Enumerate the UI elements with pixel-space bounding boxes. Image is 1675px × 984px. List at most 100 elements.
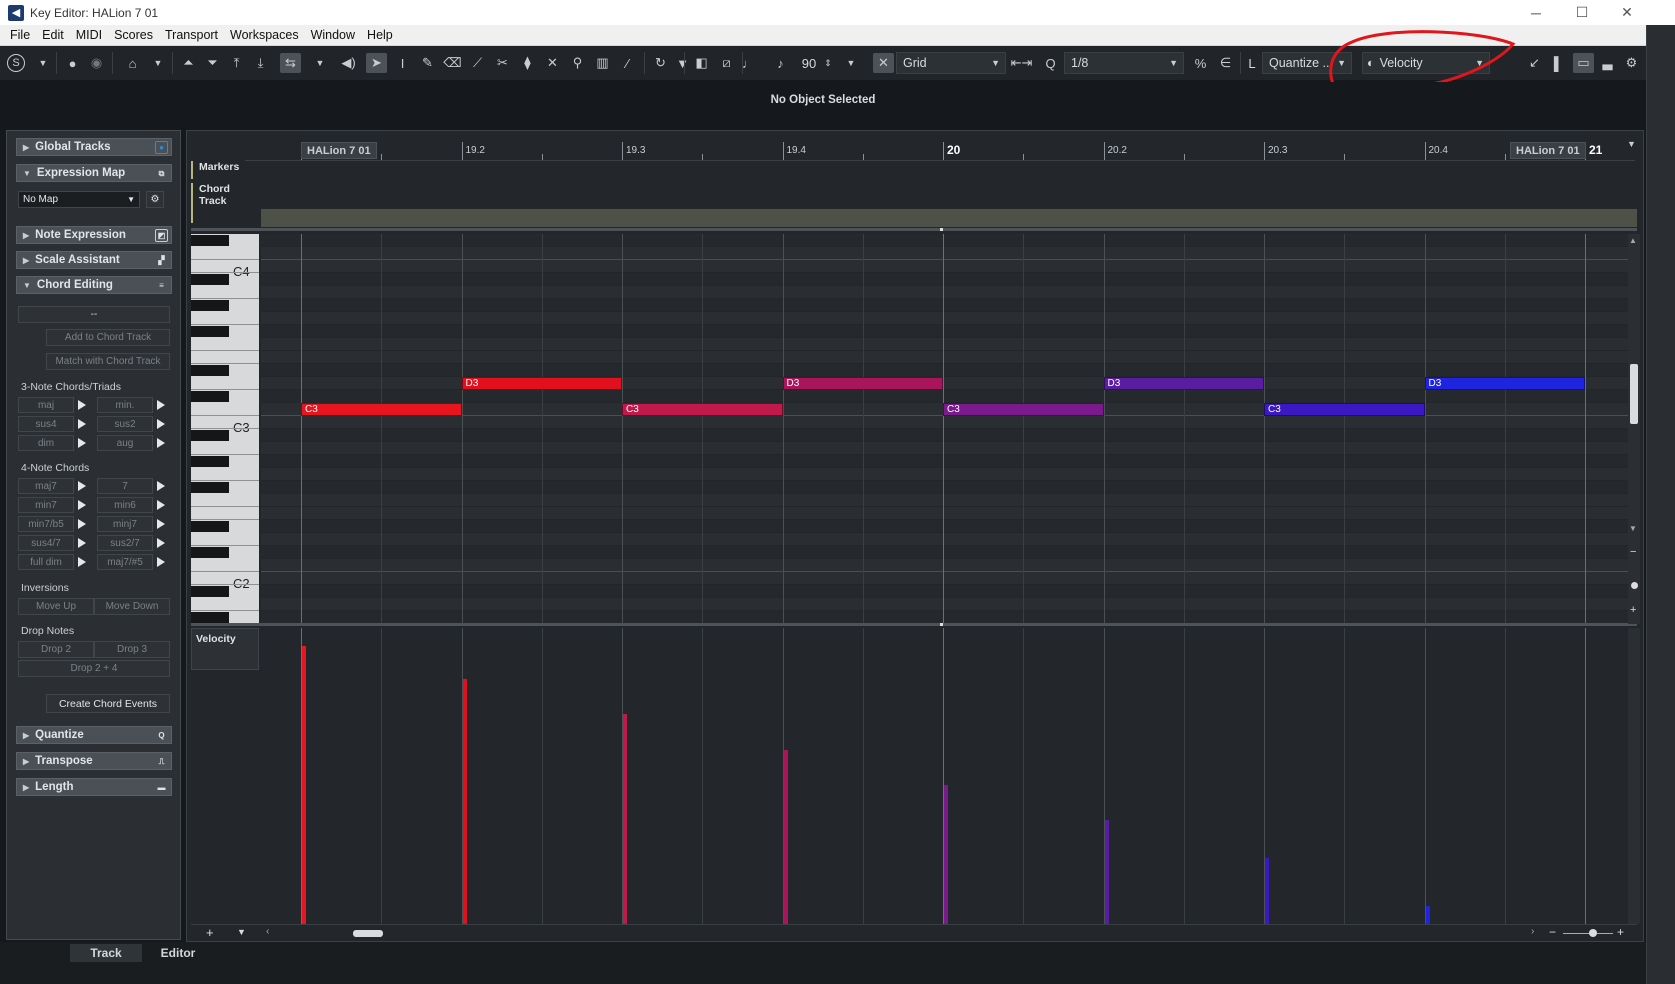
play-triangle-icon[interactable] [78,538,86,548]
grid-row[interactable] [261,533,1631,546]
monitor-icon[interactable]: ◉ [86,53,107,73]
midi-note[interactable]: D3 [1103,377,1264,390]
menu-scores[interactable]: Scores [108,28,159,42]
drop-2-4-button[interactable]: Drop 2 + 4 [18,660,170,677]
add-to-chord-track-button[interactable]: Add to Chord Track [46,329,170,346]
section-transpose[interactable]: ▶ Transpose ⎍ [16,752,172,770]
split-icon[interactable]: ✂ [492,53,513,73]
play-triangle-icon[interactable] [157,557,165,567]
loop-icon[interactable]: ↻ [650,53,671,73]
zoom-track[interactable] [1563,933,1613,934]
grid-row[interactable] [261,546,1631,559]
grid-row[interactable] [261,494,1631,507]
black-key[interactable] [191,326,229,337]
zoom-in-icon[interactable]: + [1630,604,1636,616]
black-key[interactable] [191,365,229,376]
play-triangle-icon[interactable] [78,481,86,491]
menu-edit[interactable]: Edit [36,28,70,42]
chord-button-maj7[interactable]: maj7 [18,478,74,494]
quantize-icon[interactable]: Q [1040,53,1061,73]
auto-scroll-icon[interactable]: ⌂ [122,53,143,73]
play-triangle-icon[interactable] [78,400,86,410]
note-icon[interactable]: ♪ [770,53,791,73]
play-triangle-icon[interactable] [157,400,165,410]
grid-row[interactable] [261,351,1631,364]
zoom-out-icon[interactable]: − [1630,546,1636,558]
black-key[interactable] [191,521,229,532]
grid-row[interactable] [261,234,1631,247]
section-expression-map[interactable]: ▼ Expression Map ⧉ [16,164,172,182]
resize-grip[interactable] [940,228,962,231]
inspector-toggle-icon[interactable]: ▭ [1573,53,1594,73]
black-key[interactable] [191,612,229,623]
midi-note[interactable]: C3 [943,403,1104,416]
length-stepper[interactable]: ⇕ [823,53,833,73]
velocity-bar[interactable] [1425,906,1430,926]
maximize-button[interactable]: ☐ [1559,0,1605,25]
zoom-icon[interactable]: ⚲ [567,53,588,73]
grid-row[interactable] [261,260,1631,273]
match-with-chord-track-button[interactable]: Match with Chord Track [46,353,170,370]
zoom-slider-handle[interactable] [1589,929,1597,937]
chevron-down-icon[interactable]: ▼ [845,53,857,73]
grid-row[interactable] [261,507,1631,520]
grid-row[interactable] [261,520,1631,533]
chevron-down-icon[interactable]: ▼ [1629,524,1637,533]
object-selection-icon[interactable]: ➤ [366,53,387,73]
chord-button-sus4[interactable]: sus4 [18,416,74,432]
record-icon[interactable]: ● [62,53,83,73]
play-triangle-icon[interactable] [157,438,165,448]
gear-icon[interactable]: ⚙ [146,191,164,208]
tab-editor[interactable]: Editor [150,944,206,962]
grid-row[interactable] [261,455,1631,468]
velocity-bar[interactable] [1104,820,1109,926]
chevron-down-icon[interactable]: ▼ [152,53,164,73]
close-button[interactable]: ✕ [1604,0,1650,25]
play-triangle-icon[interactable] [78,519,86,529]
section-note-expression[interactable]: ▶ Note Expression ◩ [16,226,172,244]
setup-window-icon[interactable]: ⚙ [1621,53,1642,73]
glue-icon[interactable]: ⧫ [517,53,538,73]
trim-icon[interactable]: ⟋ [467,53,488,73]
chord-button-min[interactable]: min. [97,397,153,413]
velocity-scrollbar[interactable] [1628,628,1640,924]
scroll-left-icon[interactable]: ‹ [266,926,269,937]
chevron-up-icon[interactable]: ▲ [1629,236,1637,245]
black-key[interactable] [191,482,229,493]
menu-transport[interactable]: Transport [159,28,224,42]
chord-button-maj7-5[interactable]: maj7/#5 [97,554,153,570]
snap-to-zero-icon[interactable]: ⇤⇥ [1011,53,1033,73]
lane-divider[interactable] [191,228,1637,231]
section-global-tracks[interactable]: ▶ Global Tracks ● [16,138,172,156]
move-down-button[interactable]: Move Down [94,598,170,615]
velocity-bar[interactable] [783,750,788,926]
quantize-lengths-icon[interactable]: ∈ [1215,53,1236,73]
ruler-menu-icon[interactable]: ▼ [1627,139,1641,153]
length-quantize-icon[interactable]: L [1244,53,1260,73]
section-chord-editing[interactable]: ▼ Chord Editing ≡ [16,276,172,294]
velocity-lane[interactable] [261,628,1631,926]
grid-row[interactable] [261,338,1631,351]
midi-note[interactable]: D3 [1424,377,1585,390]
resize-grip[interactable] [940,623,962,626]
erase-icon[interactable]: ⌫ [442,53,463,73]
note-grid[interactable]: C3 D3 C3 D3 C3 D3 C3 D3 [261,234,1631,624]
black-key[interactable] [191,456,229,467]
speaker-icon[interactable]: ◀) [338,53,359,73]
grid-row[interactable] [261,598,1631,611]
zoom-in-icon[interactable]: + [1617,925,1624,939]
play-triangle-icon[interactable] [157,519,165,529]
chord-button-minj7[interactable]: minj7 [97,516,153,532]
grid-row[interactable] [261,390,1631,403]
chord-button-min7b5[interactable]: min7/b5 [18,516,74,532]
chord-button-sus2-7[interactable]: sus2/7 [97,535,153,551]
velocity-bar[interactable] [302,646,306,926]
chord-button-aug[interactable]: aug [97,435,153,451]
chord-button-min6[interactable]: min6 [97,497,153,513]
move-bottom-icon[interactable]: ⤓ [250,53,271,73]
move-top-icon[interactable]: ⤒ [226,53,247,73]
chevron-down-icon[interactable]: ▼ [237,927,246,937]
menu-help[interactable]: Help [361,28,399,42]
velocity-bar[interactable] [944,785,948,926]
step-input-icon[interactable]: ♩ [738,53,759,73]
